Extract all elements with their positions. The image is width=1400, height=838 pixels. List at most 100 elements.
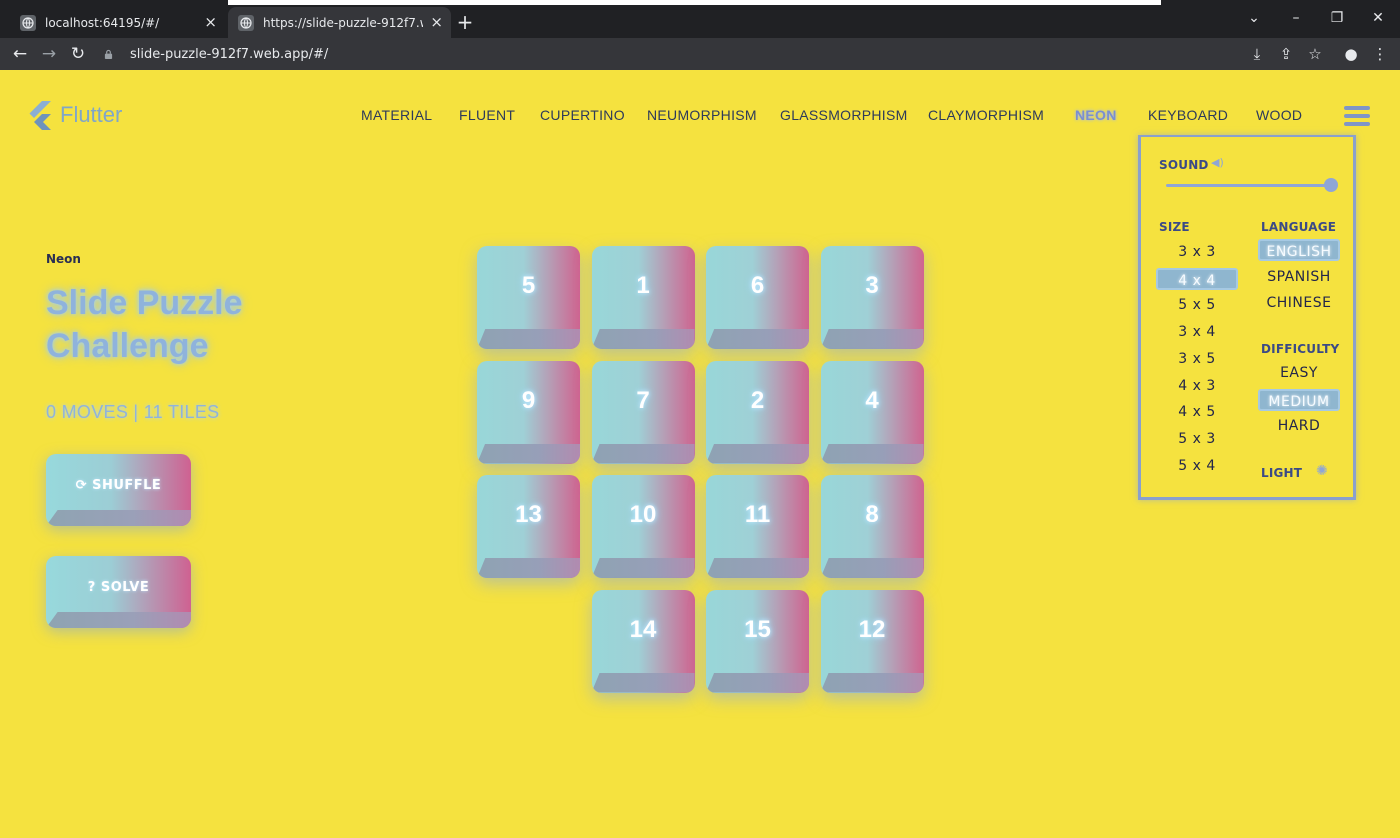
- tile-number: 5: [521, 272, 536, 299]
- sound-slider[interactable]: [1166, 184, 1334, 187]
- tab-title: https://slide-puzzle-912f7.web.app/#/: [263, 15, 423, 30]
- puzzle-tile[interactable]: 6: [706, 246, 809, 349]
- puzzle-tile[interactable]: 5: [477, 246, 580, 349]
- theme-name-label: Neon: [46, 252, 81, 266]
- size-option[interactable]: 3 x 3: [1156, 241, 1238, 263]
- address-bar[interactable]: slide-puzzle-912f7.web.app/#/: [104, 42, 1234, 66]
- more-menu-icon[interactable]: ⋮: [1370, 44, 1390, 64]
- difficulty-label: DIFFICULTY: [1261, 342, 1340, 356]
- slide-puzzle-app: Flutter MATERIAL FLUENT CUPERTINO NEUMOR…: [0, 70, 1400, 838]
- theme-claymorphism[interactable]: CLAYMORPHISM: [928, 107, 1044, 123]
- sound-slider-thumb[interactable]: [1324, 178, 1338, 192]
- url-text: slide-puzzle-912f7.web.app/#/: [130, 46, 329, 62]
- difficulty-option[interactable]: HARD: [1258, 415, 1340, 437]
- shuffle-button[interactable]: ⟳ SHUFFLE: [46, 454, 191, 526]
- shuffle-label: ⟳ SHUFFLE: [75, 478, 162, 493]
- tile-number: 6: [750, 272, 765, 299]
- tile-number: 10: [629, 501, 657, 528]
- theme-wood[interactable]: WOOD: [1256, 107, 1302, 123]
- restore-icon[interactable]: ❐: [1327, 10, 1347, 26]
- bookmark-star-icon[interactable]: ☆: [1305, 44, 1325, 64]
- puzzle-board: 5 1 6 3 9 7 2 4 13 10 11 8 14 15 12: [477, 246, 927, 696]
- puzzle-tile[interactable]: 1: [591, 246, 695, 349]
- theme-neon[interactable]: NEON: [1075, 107, 1117, 123]
- sun-icon[interactable]: ✺: [1316, 463, 1328, 479]
- hamburger-menu-icon[interactable]: [1344, 106, 1370, 126]
- minimize-icon[interactable]: –: [1286, 10, 1306, 26]
- install-icon[interactable]: ⤓: [1247, 44, 1267, 64]
- browser-tab-slide-puzzle[interactable]: https://slide-puzzle-912f7.web.app/#/ ×: [228, 7, 451, 38]
- solve-button[interactable]: ? SOLVE: [46, 556, 191, 628]
- globe-icon: [20, 14, 36, 31]
- puzzle-tile[interactable]: 11: [706, 475, 809, 578]
- difficulty-option[interactable]: EASY: [1258, 362, 1340, 384]
- theme-glassmorphism[interactable]: GLASSMORPHISM: [780, 107, 908, 123]
- theme-fluent[interactable]: FLUENT: [459, 107, 515, 123]
- language-option[interactable]: SPANISH: [1258, 266, 1340, 288]
- size-option[interactable]: 5 x 4: [1156, 455, 1238, 477]
- close-tab-icon[interactable]: ×: [430, 13, 443, 31]
- settings-panel: SOUND ◀) SIZE 3 x 3 4 x 4 5 x 5 3 x 4 3 x 5 4…: [1138, 135, 1356, 500]
- tile-number: 3: [865, 272, 879, 299]
- solve-label: ? SOLVE: [87, 580, 150, 595]
- language-option[interactable]: CHINESE: [1258, 292, 1340, 314]
- page-title: Slide Puzzle Challenge: [46, 284, 243, 365]
- back-icon[interactable]: ←: [9, 44, 31, 64]
- light-label: LIGHT: [1261, 466, 1303, 480]
- language-option[interactable]: ENGLISH: [1258, 239, 1340, 261]
- sound-label: SOUND: [1159, 158, 1209, 172]
- tile-number: 12: [858, 615, 886, 643]
- browser-toolbar: ← → ↻ slide-puzzle-912f7.web.app/#/ ⤓ ⇪ …: [0, 38, 1400, 70]
- puzzle-tile[interactable]: 4: [820, 360, 924, 464]
- puzzle-tile[interactable]: 12: [820, 589, 924, 693]
- browser-tab-strip: localhost:64195/#/ × https://slide-puzzl…: [0, 0, 1400, 38]
- size-option[interactable]: 4 x 3: [1156, 375, 1238, 397]
- size-option[interactable]: 5 x 3: [1156, 428, 1238, 450]
- moves-counter: 0 MOVES | 11 TILES: [46, 402, 220, 422]
- speaker-icon[interactable]: ◀): [1211, 156, 1224, 169]
- tile-number: 15: [744, 615, 771, 643]
- puzzle-tile[interactable]: 3: [820, 246, 924, 349]
- share-icon[interactable]: ⇪: [1276, 44, 1296, 64]
- puzzle-tile[interactable]: 2: [706, 360, 809, 464]
- size-option[interactable]: 3 x 5: [1156, 348, 1238, 370]
- puzzle-tile[interactable]: 15: [706, 589, 809, 693]
- tile-number: 9: [521, 386, 536, 414]
- globe-icon: [238, 14, 254, 31]
- theme-neumorphism[interactable]: NEUMORPHISM: [647, 107, 757, 123]
- reload-icon[interactable]: ↻: [67, 44, 89, 64]
- theme-keyboard[interactable]: KEYBOARD: [1148, 107, 1228, 123]
- puzzle-tile[interactable]: 13: [477, 475, 580, 578]
- size-option[interactable]: 5 x 5: [1156, 294, 1238, 316]
- browser-tab-localhost[interactable]: localhost:64195/#/ ×: [10, 7, 225, 38]
- size-option[interactable]: 3 x 4: [1156, 321, 1238, 343]
- puzzle-tile[interactable]: 14: [591, 589, 695, 693]
- puzzle-tile[interactable]: 7: [591, 360, 695, 464]
- tile-number: 1: [636, 272, 650, 299]
- close-window-icon[interactable]: ✕: [1368, 10, 1388, 26]
- lock-icon: [104, 49, 114, 60]
- theme-nav: MATERIAL FLUENT CUPERTINO NEUMORPHISM GL…: [0, 107, 1400, 127]
- difficulty-option[interactable]: MEDIUM: [1258, 388, 1340, 411]
- size-option[interactable]: 4 x 4: [1156, 267, 1238, 290]
- language-label: LANGUAGE: [1261, 220, 1337, 234]
- tile-number: 8: [865, 501, 879, 528]
- theme-cupertino[interactable]: CUPERTINO: [540, 107, 625, 123]
- puzzle-tile[interactable]: 10: [591, 475, 695, 578]
- puzzle-tile[interactable]: 8: [820, 475, 924, 578]
- size-option[interactable]: 4 x 5: [1156, 401, 1238, 423]
- close-tab-icon[interactable]: ×: [204, 13, 217, 31]
- tile-number: 7: [636, 386, 650, 414]
- profile-icon[interactable]: ●: [1341, 44, 1361, 64]
- tab-search-icon[interactable]: ⌄: [1244, 10, 1264, 26]
- new-tab-icon[interactable]: +: [455, 10, 475, 34]
- page-load-bar: [228, 0, 1161, 5]
- tile-number: 14: [629, 615, 657, 643]
- tile-number: 13: [515, 501, 542, 528]
- forward-icon[interactable]: →: [38, 44, 60, 64]
- tab-title: localhost:64195/#/: [45, 15, 160, 30]
- puzzle-tile[interactable]: 9: [477, 360, 580, 464]
- theme-material[interactable]: MATERIAL: [361, 107, 432, 123]
- size-label: SIZE: [1159, 220, 1190, 234]
- tile-number: 11: [744, 501, 771, 528]
